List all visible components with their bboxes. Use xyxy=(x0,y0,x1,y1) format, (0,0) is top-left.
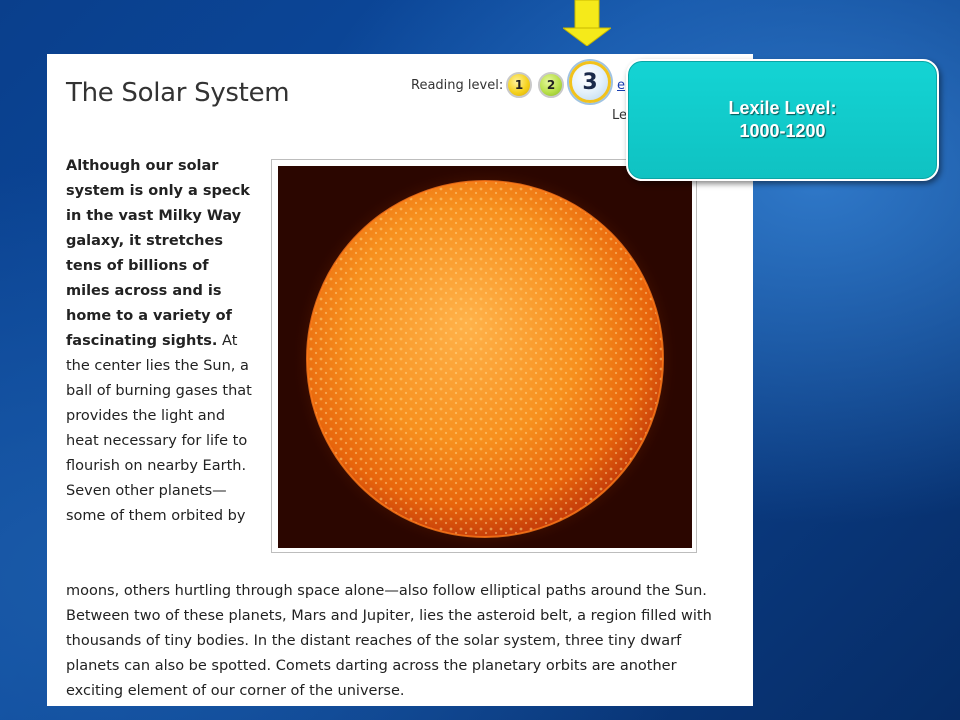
reading-level-1-button[interactable]: 1 xyxy=(506,72,532,98)
callout-title: Lexile Level: xyxy=(728,98,837,118)
intro-body-text: At the center lies the Sun, a ball of bu… xyxy=(66,333,252,524)
callout-value: 1000-1200 xyxy=(739,121,826,141)
page-title: The Solar System xyxy=(66,78,290,108)
reading-level-2-button[interactable]: 2 xyxy=(538,72,564,98)
article-intro-paragraph: Although our solar system is only a spec… xyxy=(66,154,256,529)
reading-level-link[interactable]: e xyxy=(617,78,625,93)
sun-image-frame xyxy=(271,159,697,553)
intro-bold-text: Although our solar system is only a spec… xyxy=(66,158,250,349)
lexile-level-callout: Lexile Level: 1000-1200 xyxy=(626,59,939,181)
lexile-text-fragment: Le xyxy=(612,108,628,123)
sun-image xyxy=(278,166,692,548)
reading-level-3-button[interactable]: 3 xyxy=(569,61,611,103)
article-continuation-paragraph: moons, others hurtling through space alo… xyxy=(66,583,712,699)
reading-level-label: Reading level: xyxy=(411,78,504,93)
pointer-arrow-icon xyxy=(563,0,611,46)
